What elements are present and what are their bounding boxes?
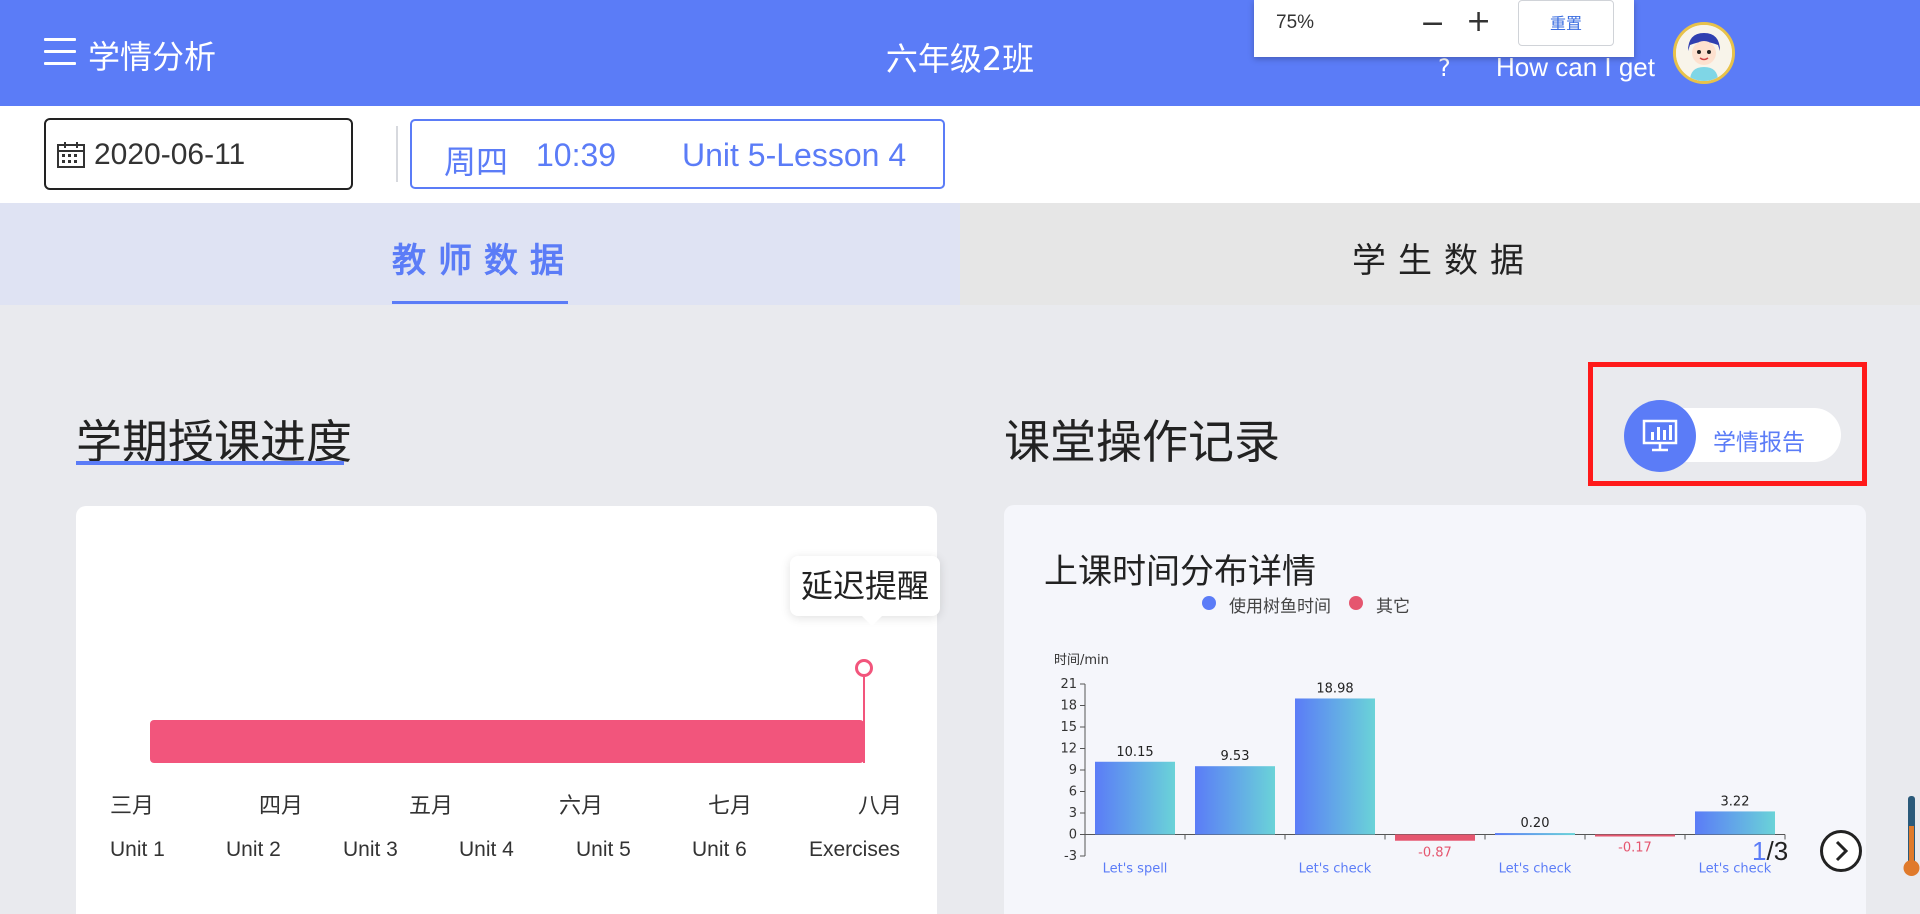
lesson-name: Unit 5-Lesson 4: [682, 137, 907, 173]
unit-label: Unit 6: [692, 838, 747, 861]
month-label: 三月: [110, 794, 155, 819]
operations-section-title: 课堂操作记录: [1004, 415, 1280, 469]
chart-bar: [1495, 833, 1575, 836]
y-tick-label: 9: [1069, 763, 1077, 778]
next-page-button[interactable]: [1820, 830, 1862, 872]
month-label: 四月: [259, 794, 304, 819]
zoom-reset-button[interactable]: 重置: [1518, 0, 1614, 46]
lesson-selector[interactable]: 周四 10:39 Unit 5-Lesson 4: [410, 119, 945, 189]
unit-label: Unit 5: [576, 838, 631, 861]
tab-student-data[interactable]: 学生数据: [960, 203, 1920, 305]
unit-label: Unit 3: [343, 838, 398, 861]
toolbar-divider: [396, 126, 398, 182]
y-tick-label: 21: [1060, 677, 1077, 692]
chevron-right-icon: [1835, 840, 1849, 862]
report-button-label[interactable]: 学情报告: [1713, 423, 1805, 457]
bar-chart: 时间/min -3 0 3 6 9 12 15 18 21 10.15 Let's spell 9.5…: [1054, 653, 1786, 877]
zoom-in-button[interactable]: +: [1466, 4, 1491, 39]
avatar-icon: [1676, 25, 1732, 81]
x-tick-label: Let's check: [1499, 862, 1572, 877]
data-label: 9.53: [1221, 749, 1250, 764]
data-label: 3.22: [1721, 794, 1750, 809]
zoom-level: 75%: [1276, 12, 1315, 33]
y-tick-label: 0: [1069, 828, 1077, 843]
app-title: 学情分析: [88, 38, 217, 76]
chart-bar: [1695, 811, 1775, 835]
zoom-out-button[interactable]: −: [1420, 6, 1445, 41]
legend-marker: [1202, 596, 1216, 610]
active-tab-indicator: [392, 301, 568, 304]
progress-title-underline: [76, 461, 344, 465]
chart-pager: 1/3: [1752, 836, 1788, 867]
data-label: 18.98: [1316, 681, 1353, 696]
x-tick-label: Let's check: [1299, 862, 1372, 877]
pager-current: 1: [1752, 836, 1767, 866]
data-label: 0.20: [1521, 816, 1550, 831]
chart-bar: [1095, 761, 1175, 835]
date-picker[interactable]: 2020-06-11: [44, 118, 353, 190]
date-value: 2020-06-11: [94, 138, 246, 171]
calendar-icon: [57, 142, 85, 168]
lesson-time: 10:39: [536, 137, 617, 173]
tooltip-arrow: [858, 612, 886, 626]
legend-marker: [1349, 596, 1363, 610]
unit-label: Unit 1: [110, 838, 165, 861]
delay-reminder-tooltip: 延迟提醒: [790, 556, 940, 616]
data-tabs: 教师数据 学生数据: [0, 203, 1920, 305]
y-tick-label: 6: [1069, 785, 1077, 800]
class-name: 六年级2班: [885, 40, 1035, 78]
chart-bar: [1595, 834, 1675, 837]
legend-label[interactable]: 其它: [1376, 592, 1410, 617]
y-axis-label: 时间/min: [1054, 653, 1109, 668]
unit-label: Exercises: [809, 838, 901, 861]
month-label: 七月: [708, 794, 753, 819]
tab-label: 教师数据: [392, 241, 576, 281]
data-label: -0.17: [1618, 841, 1652, 856]
y-tick-label: 15: [1060, 720, 1077, 735]
pager-total: /3: [1766, 836, 1789, 866]
chart-bar: [1295, 698, 1375, 835]
y-tick-label: 18: [1060, 699, 1077, 714]
data-label: -0.87: [1418, 846, 1452, 861]
report-chart-icon[interactable]: [1624, 400, 1696, 472]
month-label: 八月: [858, 794, 903, 819]
menu-icon[interactable]: [44, 38, 76, 66]
user-avatar[interactable]: [1673, 22, 1735, 84]
unit-label: Unit 4: [459, 838, 514, 861]
chart-title: 上课时间分布详情: [1044, 552, 1316, 592]
data-label: 10.15: [1116, 745, 1153, 760]
help-question-icon[interactable]: ?: [1438, 54, 1451, 82]
month-label: 五月: [409, 794, 454, 819]
chart-bar: [1395, 834, 1475, 841]
chart-bar: [1195, 766, 1275, 835]
legend-label[interactable]: 使用树鱼时间: [1229, 592, 1331, 617]
unit-label: Unit 2: [226, 838, 281, 861]
y-tick-label: 3: [1069, 806, 1077, 821]
y-tick-label: -3: [1064, 849, 1077, 864]
x-tick-label: Let's spell: [1103, 862, 1168, 877]
semester-progress-bar: [150, 720, 864, 763]
toolbar: 2020-06-11 周四 10:39 Unit 5-Lesson 4: [0, 106, 1920, 203]
y-tick-label: 12: [1060, 742, 1077, 757]
lesson-weekday: 周四: [444, 143, 509, 181]
monitor-chart-icon: [1642, 419, 1678, 452]
thermometer-icon: [1903, 796, 1920, 876]
month-label: 六月: [559, 794, 604, 819]
tab-label: 学生数据: [1352, 241, 1536, 281]
delay-marker[interactable]: [855, 659, 873, 677]
zoom-popup: 75% − + 重置: [1254, 0, 1634, 57]
tab-teacher-data[interactable]: 教师数据: [0, 203, 960, 305]
